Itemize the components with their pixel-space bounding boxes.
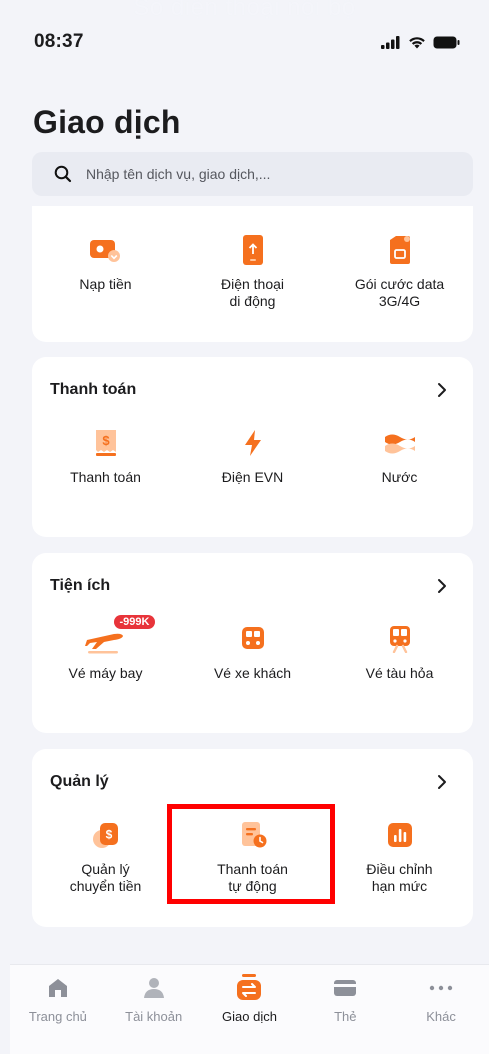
payment-section-header[interactable]: Thanh toán — [50, 381, 451, 399]
wallet-topup-icon — [89, 240, 120, 262]
service-label: Điều chỉnh hạn mức — [366, 861, 433, 894]
bus-icon — [241, 627, 264, 649]
tab-label: Khác — [426, 1009, 456, 1024]
status-bar: 08:37 — [34, 30, 461, 54]
wifi-icon — [409, 36, 425, 48]
status-icons — [381, 35, 461, 49]
home-icon — [48, 979, 67, 997]
tab-transactions[interactable]: Giao dịch — [204, 974, 294, 1054]
bill-icon: $ — [95, 430, 116, 456]
bottom-tab-bar: Trang chủ Tài khoản Giao dịch Thẻ Khác — [10, 964, 489, 1054]
sim-data-icon — [389, 236, 410, 264]
battery-icon — [433, 36, 460, 48]
tab-cards[interactable]: Thẻ — [300, 975, 390, 1054]
service-tile-electricity[interactable]: Điện EVN — [188, 425, 318, 486]
train-icon — [389, 626, 410, 653]
service-tile-flight-ticket[interactable]: -999K Vé máy bay — [41, 615, 171, 682]
search-bar[interactable] — [32, 152, 473, 196]
tab-label: Trang chủ — [28, 1009, 87, 1024]
user-icon — [143, 978, 164, 998]
background-caption: Số điện thoại nội bộ — [133, 0, 356, 21]
utilities-section-card: Tiện ích -999K Vé máy bay Vé xe khách Vé… — [32, 553, 473, 733]
tab-account[interactable]: Tài khoản — [109, 975, 199, 1054]
service-tile-bus-ticket[interactable]: Vé xe khách — [188, 621, 318, 682]
search-input[interactable] — [86, 166, 473, 182]
service-tile-water[interactable]: Nước — [335, 425, 465, 486]
service-tile-train-ticket[interactable]: Vé tàu hỏa — [335, 621, 465, 682]
discount-badge: -999K — [113, 615, 156, 629]
service-tile-transfer-management[interactable]: $ Quản lý chuyển tiền — [41, 817, 171, 895]
section-title: Quản lý — [50, 773, 109, 790]
money-transfer-icon: $ — [92, 823, 118, 848]
service-tile-mobile[interactable]: Điện thoại di động — [188, 232, 318, 310]
tab-more[interactable]: Khác — [396, 975, 486, 1054]
service-label: Gói cước data 3G/4G — [354, 276, 445, 309]
phone-icon — [242, 235, 263, 265]
chevron-right-icon[interactable] — [437, 577, 451, 595]
service-label: Vé xe khách — [213, 665, 292, 681]
signal-icon — [381, 35, 400, 49]
service-label: Vé máy bay — [68, 665, 143, 681]
service-label: Nạp tiền — [79, 276, 132, 292]
water-icon — [384, 434, 415, 454]
svg-text:$: $ — [105, 828, 112, 842]
chevron-right-icon[interactable] — [437, 773, 451, 791]
svg-text:$: $ — [102, 433, 110, 448]
utilities-section-header[interactable]: Tiện ích — [50, 577, 451, 595]
chevron-right-icon[interactable] — [437, 381, 451, 399]
tab-home[interactable]: Trang chủ — [13, 975, 103, 1054]
tab-label: Tài khoản — [125, 1009, 183, 1024]
search-icon — [54, 165, 72, 183]
service-tile-bill-payment[interactable]: $ Thanh toán — [41, 425, 171, 486]
service-label: Thanh toán — [70, 469, 141, 485]
section-title: Thanh toán — [50, 381, 137, 398]
transfer-icon — [237, 974, 262, 1000]
service-tile-limit-adjustment[interactable]: Điều chỉnh hạn mức — [335, 817, 465, 895]
topup-section-card: Nạp tiền Điện thoại di động Gói cước dat… — [32, 206, 473, 342]
service-tile-data-package[interactable]: Gói cước data 3G/4G — [335, 232, 465, 310]
tab-label: Thẻ — [334, 1009, 357, 1024]
limit-chart-icon — [387, 823, 412, 847]
card-icon — [334, 980, 357, 996]
service-tile-topup[interactable]: Nạp tiền — [41, 232, 171, 310]
page-title: Giao dịch — [33, 104, 181, 140]
service-label: Vé tàu hỏa — [365, 665, 434, 681]
service-label: Quản lý chuyển tiền — [69, 861, 142, 894]
management-section-header[interactable]: Quản lý — [50, 773, 451, 791]
section-title: Tiện ích — [50, 577, 111, 594]
status-time: 08:37 — [34, 31, 84, 52]
payment-section-card: Thanh toán $ Thanh toán Điện EVN Nước — [32, 357, 473, 537]
more-icon — [429, 985, 453, 991]
service-label: Điện EVN — [221, 469, 284, 485]
service-label: Nước — [381, 469, 418, 485]
service-label: Điện thoại di động — [220, 276, 285, 309]
tab-label: Giao dịch — [222, 1009, 277, 1024]
highlight-box — [167, 804, 335, 904]
lightning-icon — [244, 430, 261, 456]
